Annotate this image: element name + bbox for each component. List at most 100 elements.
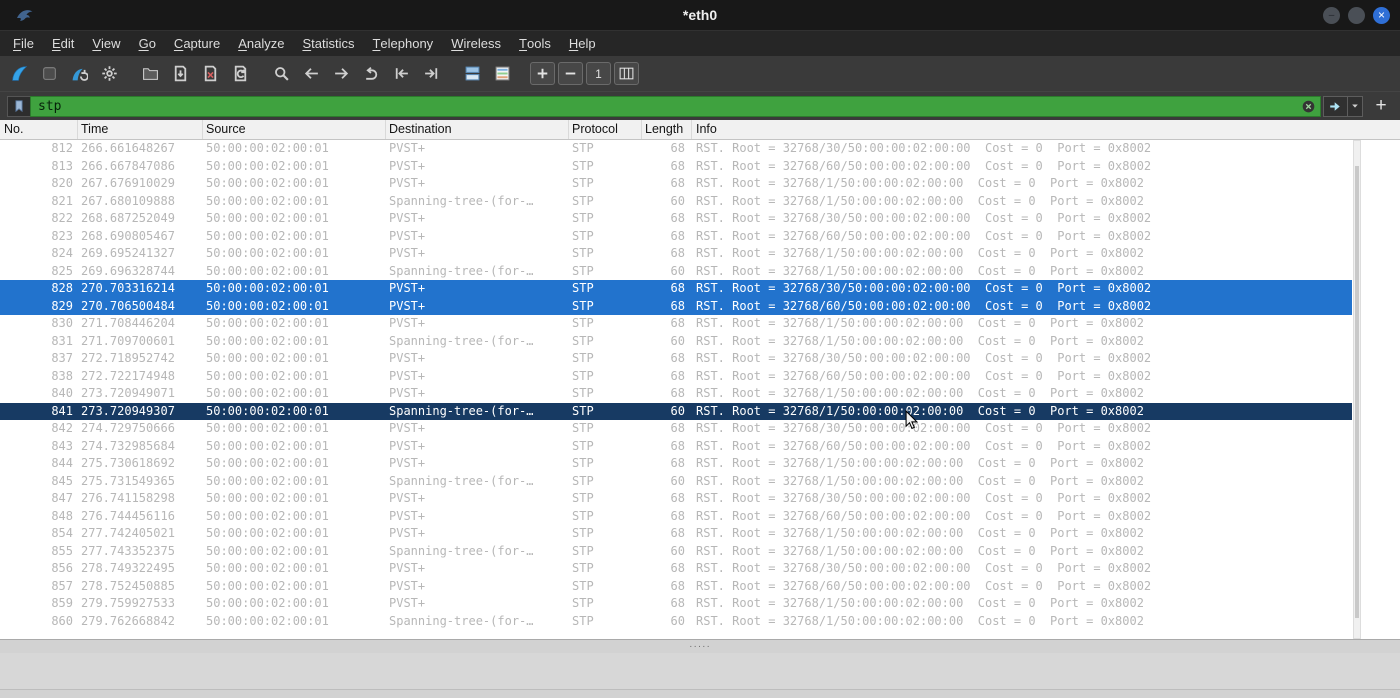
close-file-icon[interactable] — [197, 60, 224, 87]
menu-file[interactable]: File — [4, 31, 43, 56]
packet-row-845[interactable]: 845 275.731549365 50:00:00:02:00:01 Spannin… — [0, 472, 1352, 490]
minimize-button[interactable]: – — [1323, 6, 1340, 24]
cell-no: 842 — [51, 421, 73, 435]
menu-edit[interactable]: Edit — [43, 31, 83, 56]
packet-row-854[interactable]: 854 277.742405021 50:00:00:02:00:01 PVST+ ST… — [0, 525, 1352, 543]
cell-no: 821 — [51, 193, 73, 208]
cell-time: 269.696328744 — [81, 263, 175, 278]
go-to-packet-icon[interactable] — [358, 60, 385, 87]
zoom-original-icon[interactable]: 1 — [586, 62, 611, 85]
stop-capture-icon[interactable] — [36, 60, 63, 87]
cell-no: 837 — [51, 351, 73, 365]
restart-capture-icon[interactable] — [66, 60, 93, 87]
filter-bookmark-icon[interactable] — [7, 95, 30, 117]
packet-row-848[interactable]: 848 276.744456116 50:00:00:02:00:01 PVST+ ST… — [0, 507, 1352, 525]
column-header-destination[interactable]: Destination — [386, 120, 569, 139]
cell-destination: PVST+ — [389, 456, 426, 470]
packet-row-822[interactable]: 822 268.687252049 50:00:00:02:00:01 PVST+ ST… — [0, 210, 1352, 228]
reload-file-icon[interactable] — [227, 60, 254, 87]
packet-row-857[interactable]: 857 278.752450885 50:00:00:02:00:01 PVST+ ST… — [0, 577, 1352, 595]
packet-row-828[interactable]: 828 270.703316214 50:00:00:02:00:01 PVST+ ST… — [0, 280, 1352, 298]
colorize-packets-icon[interactable] — [489, 60, 516, 87]
packet-row-855[interactable]: 855 277.743352375 50:00:00:02:00:01 Spannin… — [0, 542, 1352, 560]
packet-row-844[interactable]: 844 275.730618692 50:00:00:02:00:01 PVST+ ST… — [0, 455, 1352, 473]
go-first-packet-icon[interactable] — [388, 60, 415, 87]
packet-row-820[interactable]: 820 267.676910029 50:00:00:02:00:01 PVST+ ST… — [0, 175, 1352, 193]
cell-no: 844 — [51, 456, 73, 470]
auto-scroll-icon[interactable] — [459, 60, 486, 87]
pane-splitter[interactable]: ····· — [0, 639, 1400, 653]
packet-row-842[interactable]: 842 274.729750666 50:00:00:02:00:01 PVST+ ST… — [0, 420, 1352, 438]
cell-length: 68 — [670, 211, 685, 225]
packet-row-838[interactable]: 838 272.722174948 50:00:00:02:00:01 PVST+ ST… — [0, 367, 1352, 385]
packet-row-829[interactable]: 829 270.706500484 50:00:00:02:00:01 PVST+ ST… — [0, 297, 1352, 315]
column-header-source[interactable]: Source — [203, 120, 386, 139]
save-file-icon[interactable] — [167, 60, 194, 87]
menu-help[interactable]: Help — [560, 31, 605, 56]
open-file-icon[interactable] — [137, 60, 164, 87]
menu-tools[interactable]: Tools — [510, 31, 560, 56]
menu-capture[interactable]: Capture — [165, 31, 229, 56]
packet-row-823[interactable]: 823 268.690805467 50:00:00:02:00:01 PVST+ ST… — [0, 227, 1352, 245]
cell-time: 277.743352375 — [81, 543, 175, 558]
cell-time: 277.742405021 — [81, 526, 175, 540]
packet-row-824[interactable]: 824 269.695241327 50:00:00:02:00:01 PVST+ ST… — [0, 245, 1352, 263]
packet-row-847[interactable]: 847 276.741158298 50:00:00:02:00:01 PVST+ ST… — [0, 490, 1352, 508]
packet-row-831[interactable]: 831 271.709700601 50:00:00:02:00:01 Spannin… — [0, 332, 1352, 350]
packet-row-841[interactable]: 841 273.720949307 50:00:00:02:00:01 Spannin… — [0, 402, 1352, 420]
packet-row-859[interactable]: 859 279.759927533 50:00:00:02:00:01 PVST+ ST… — [0, 595, 1352, 613]
vertical-scrollbar-thumb[interactable] — [1355, 165, 1359, 619]
go-forward-icon[interactable] — [328, 60, 355, 87]
column-header-time[interactable]: Time — [78, 120, 203, 139]
menu-wireless[interactable]: Wireless — [442, 31, 510, 56]
cell-no: 830 — [51, 316, 73, 330]
filter-input[interactable]: stp — [30, 95, 1321, 117]
go-last-packet-icon[interactable] — [418, 60, 445, 87]
close-button[interactable]: × — [1373, 6, 1390, 24]
add-filter-button[interactable]: + — [1369, 94, 1393, 118]
capture-options-icon[interactable] — [96, 60, 123, 87]
menu-view[interactable]: View — [83, 31, 129, 56]
toolbar-separator — [519, 60, 527, 87]
menu-statistics[interactable]: Statistics — [293, 31, 363, 56]
maximize-button[interactable] — [1348, 6, 1365, 24]
find-packet-icon[interactable] — [268, 60, 295, 87]
menu-analyze[interactable]: Analyze — [229, 31, 293, 56]
cell-protocol: STP — [572, 543, 594, 558]
zoom-in-icon[interactable] — [530, 62, 555, 85]
filter-history-chevron-down-icon[interactable] — [1348, 95, 1363, 117]
apply-filter-icon[interactable] — [1323, 95, 1348, 117]
column-header-length[interactable]: Length — [642, 120, 692, 139]
cell-destination: PVST+ — [389, 368, 426, 383]
packet-row-830[interactable]: 830 271.708446204 50:00:00:02:00:01 PVST+ ST… — [0, 315, 1352, 333]
cell-destination: PVST+ — [389, 561, 426, 575]
packet-row-813[interactable]: 813 266.667847086 50:00:00:02:00:01 PVST+ ST… — [0, 157, 1352, 175]
start-capture-icon[interactable] — [6, 60, 33, 87]
titlebar[interactable]: *eth0 – × — [0, 0, 1400, 30]
cell-time: 274.729750666 — [81, 421, 175, 435]
menu-telephony[interactable]: Telephony — [363, 31, 442, 56]
cell-time: 273.720949071 — [81, 386, 175, 400]
cell-length: 68 — [670, 508, 685, 523]
column-header-info[interactable]: Info — [692, 120, 1400, 139]
cell-protocol: STP — [572, 193, 594, 208]
packet-row-821[interactable]: 821 267.680109888 50:00:00:02:00:01 Spannin… — [0, 192, 1352, 210]
clear-filter-icon[interactable] — [1301, 99, 1316, 114]
packet-row-837[interactable]: 837 272.718952742 50:00:00:02:00:01 PVST+ ST… — [0, 350, 1352, 368]
packet-row-840[interactable]: 840 273.720949071 50:00:00:02:00:01 PVST+ ST… — [0, 385, 1352, 403]
packet-row-856[interactable]: 856 278.749322495 50:00:00:02:00:01 PVST+ ST… — [0, 560, 1352, 578]
menu-go[interactable]: Go — [130, 31, 165, 56]
packet-row-812[interactable]: 812 266.661648267 50:00:00:02:00:01 PVST+ ST… — [0, 140, 1352, 158]
resize-columns-icon[interactable] — [614, 62, 639, 85]
cell-source: 50:00:00:02:00:01 — [206, 193, 329, 208]
zoom-out-icon[interactable] — [558, 62, 583, 85]
cell-length: 68 — [670, 246, 685, 260]
packet-row-843[interactable]: 843 274.732985684 50:00:00:02:00:01 PVST+ ST… — [0, 437, 1352, 455]
vertical-scrollbar[interactable] — [1353, 140, 1361, 639]
packet-row-825[interactable]: 825 269.696328744 50:00:00:02:00:01 Spannin… — [0, 262, 1352, 280]
cell-destination: PVST+ — [389, 211, 426, 225]
column-header-no[interactable]: No. — [0, 120, 78, 139]
column-header-protocol[interactable]: Protocol — [569, 120, 642, 139]
packet-row-860[interactable]: 860 279.762668842 50:00:00:02:00:01 Spannin… — [0, 612, 1352, 630]
go-back-icon[interactable] — [298, 60, 325, 87]
